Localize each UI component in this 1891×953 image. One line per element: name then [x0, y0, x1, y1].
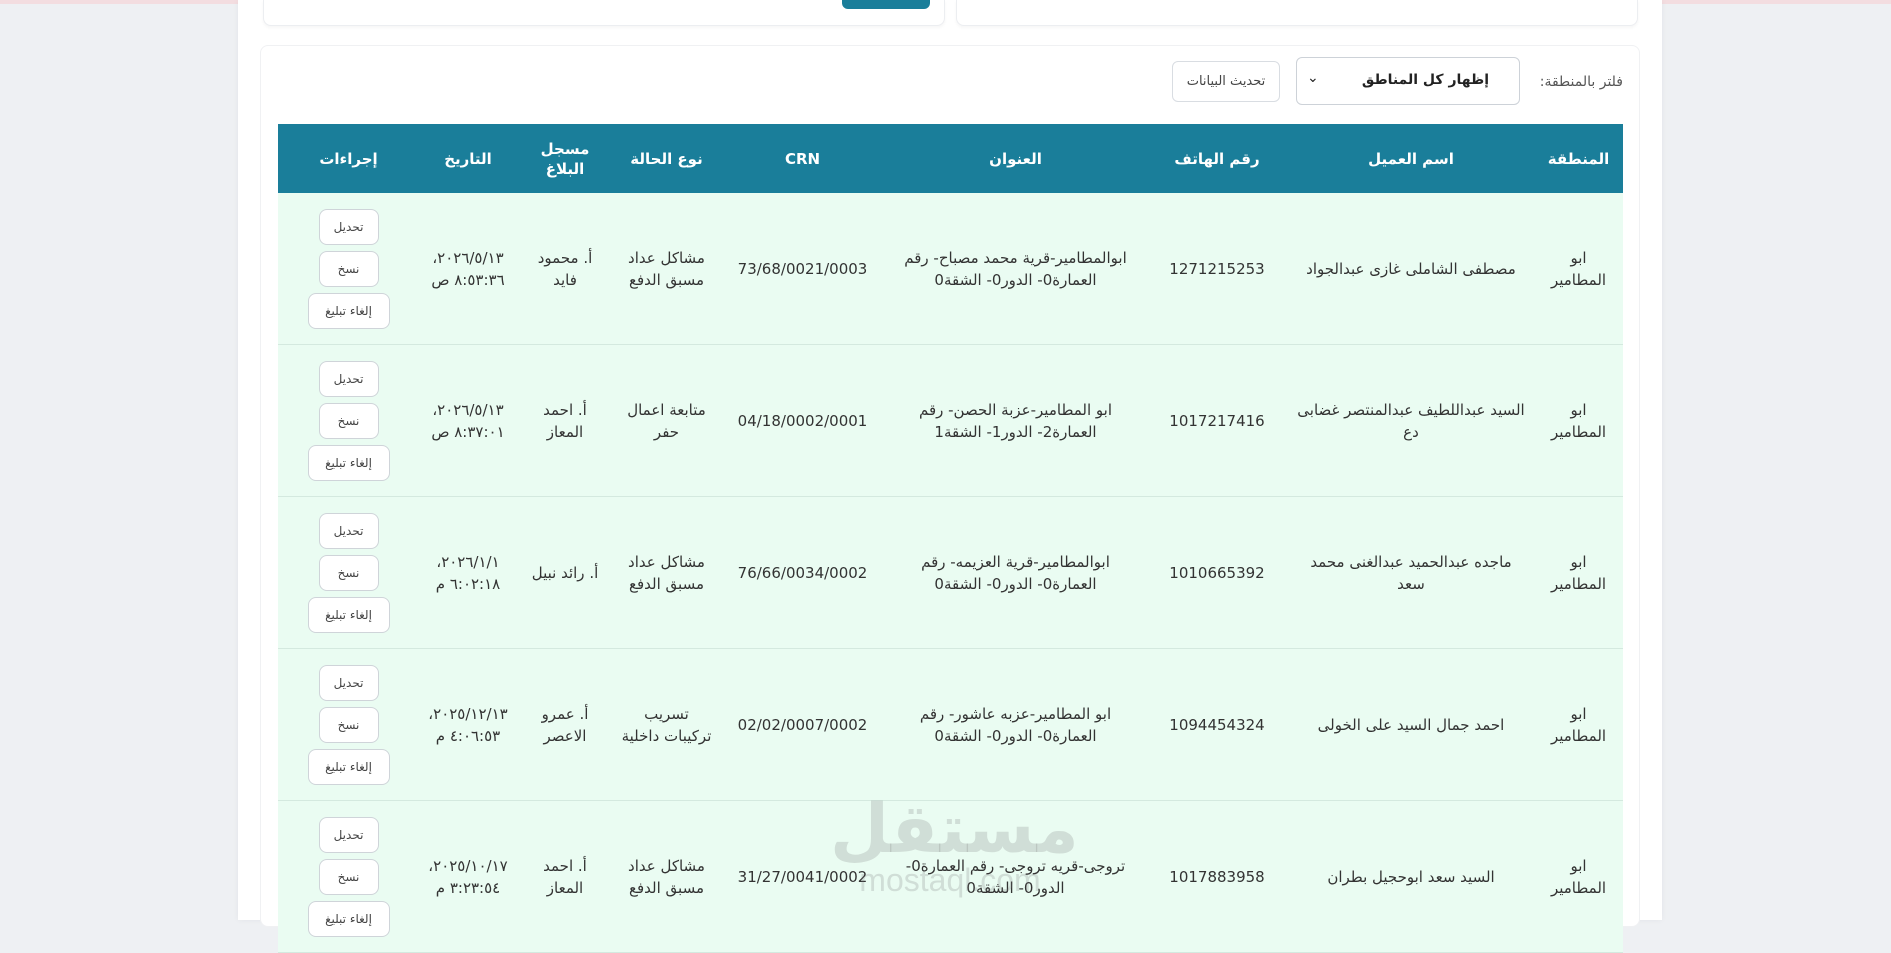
- cell-reporter: أ. عمرو الاعصر: [517, 648, 613, 801]
- cell-crn: 73/68/0021/0003: [720, 193, 885, 345]
- chevron-down-icon: ⌄: [1307, 70, 1319, 86]
- header-reporter: مسجل البلاغ: [517, 124, 613, 193]
- cell-phone: 1010665392: [1146, 496, 1288, 649]
- cell-phone: 1094454324: [1146, 648, 1288, 801]
- table-row: ابو المطامير السيد سعد ابوحجيل بطران 101…: [278, 800, 1623, 953]
- cell-address: ابوالمطامير-قرية محمد مصباح- رقم العمارة…: [885, 193, 1146, 345]
- cell-address: ابوالمطامير-قرية العزيمه- رقم العمارة0- …: [885, 496, 1146, 649]
- transfer-button[interactable]: تحديل: [318, 208, 379, 245]
- cell-client-name: السيد سعد ابوحجيل بطران: [1288, 800, 1534, 953]
- cell-client-name: السيد عبداللطيف عبدالمنتصر غضابى دع: [1288, 344, 1534, 497]
- cell-phone: 1017217416: [1146, 344, 1288, 497]
- cell-case-type: مشاكل عداد مسبق الدفع: [613, 496, 720, 649]
- cell-address: تروجى-قريه تروجى- رقم العمارة0- الدور0- …: [885, 800, 1146, 953]
- cell-address: ابو المطامير-عزبة الحصن- رقم العمارة2- ا…: [885, 344, 1146, 497]
- cell-case-type: مشاكل عداد مسبق الدفع: [613, 193, 720, 345]
- cell-case-type: متابعة اعمال حفر: [613, 344, 720, 497]
- table-row: ابو المطامير ماجده عبدالحميد عبدالغنى مح…: [278, 496, 1623, 649]
- filter-toolbar: فلتر بالمنطقة:: [0, 58, 1891, 108]
- cell-client-name: ماجده عبدالحميد عبدالغنى محمد سعد: [1288, 496, 1534, 649]
- table-row: ابو المطامير مصطفى الشاملى غازى عبدالجوا…: [278, 193, 1623, 345]
- header-phone: رقم الهاتف: [1146, 124, 1288, 193]
- refresh-data-button[interactable]: تحديث البيانات: [1172, 61, 1280, 102]
- header-client-name: اسم العميل: [1288, 124, 1534, 193]
- cell-client-name: احمد جمال السيد على الخولى: [1288, 648, 1534, 801]
- cell-actions: تحديل نسخ إلغاء تبليغ: [278, 800, 419, 953]
- cell-region: ابو المطامير: [1534, 496, 1623, 649]
- region-filter-select[interactable]: إظهار كل المناطق ⌄: [1296, 57, 1520, 105]
- header-case-type: نوع الحالة: [613, 124, 720, 193]
- header-region: المنطقة: [1534, 124, 1623, 193]
- cell-case-type: مشاكل عداد مسبق الدفع: [613, 800, 720, 953]
- cell-crn: 04/18/0002/0001: [720, 344, 885, 497]
- cell-crn: 02/02/0007/0002: [720, 648, 885, 801]
- cell-case-type: تسريب تركيبات داخلية: [613, 648, 720, 801]
- cell-region: ابو المطامير: [1534, 800, 1623, 953]
- cell-region: ابو المطامير: [1534, 648, 1623, 801]
- cell-date: ٢٠٢٦/١/١، ٦:٠٢:١٨ م: [419, 496, 517, 649]
- copy-button[interactable]: نسخ: [318, 554, 379, 591]
- reports-table: المنطقة اسم العميل رقم الهاتف العنوان CR…: [278, 124, 1623, 953]
- transfer-button[interactable]: تحديل: [318, 664, 379, 701]
- cancel-report-button[interactable]: إلغاء تبليغ: [307, 748, 390, 785]
- header-date: التاريخ: [419, 124, 517, 193]
- top-card-left: [263, 0, 945, 26]
- cancel-report-button[interactable]: إلغاء تبليغ: [307, 596, 390, 633]
- cell-actions: تحديل نسخ إلغاء تبليغ: [278, 648, 419, 801]
- cell-date: ٢٠٢٦/٥/١٣، ٨:٥٣:٣٦ ص: [419, 193, 517, 345]
- cell-crn: 76/66/0034/0002: [720, 496, 885, 649]
- filter-label: فلتر بالمنطقة:: [1539, 74, 1623, 90]
- cell-actions: تحديل نسخ إلغاء تبليغ: [278, 193, 419, 345]
- top-card-right: [956, 0, 1638, 26]
- transfer-button[interactable]: تحديل: [318, 512, 379, 549]
- cancel-report-button[interactable]: إلغاء تبليغ: [307, 900, 390, 937]
- cell-reporter: أ. احمد المعاز: [517, 800, 613, 953]
- region-filter-value: إظهار كل المناطق: [1361, 72, 1489, 88]
- cancel-report-button[interactable]: إلغاء تبليغ: [307, 292, 390, 329]
- cell-phone: 1271215253: [1146, 193, 1288, 345]
- header-address: العنوان: [885, 124, 1146, 193]
- cell-reporter: أ. رائد نبيل: [517, 496, 613, 649]
- cell-actions: تحديل نسخ إلغاء تبليغ: [278, 344, 419, 497]
- cell-address: ابو المطامير-عزبه عاشور- رقم العمارة0- ا…: [885, 648, 1146, 801]
- cell-crn: 31/27/0041/0002: [720, 800, 885, 953]
- table-row: ابو المطامير احمد جمال السيد على الخولى …: [278, 648, 1623, 801]
- transfer-button[interactable]: تحديل: [318, 360, 379, 397]
- cell-reporter: أ. احمد المعاز: [517, 344, 613, 497]
- cancel-report-button[interactable]: إلغاء تبليغ: [307, 444, 390, 481]
- transfer-button[interactable]: تحديل: [318, 816, 379, 853]
- cell-region: ابو المطامير: [1534, 344, 1623, 497]
- cell-date: ٢٠٢٦/٥/١٣، ٨:٣٧:٠١ ص: [419, 344, 517, 497]
- table-row: ابو المطامير السيد عبداللطيف عبدالمنتصر …: [278, 344, 1623, 497]
- copy-button[interactable]: نسخ: [318, 706, 379, 743]
- cell-phone: 1017883958: [1146, 800, 1288, 953]
- cell-date: ٢٠٢٥/١٠/١٧، ٣:٢٣:٥٤ م: [419, 800, 517, 953]
- cell-region: ابو المطامير: [1534, 193, 1623, 345]
- cell-date: ٢٠٢٥/١٢/١٣، ٤:٠٦:٥٣ م: [419, 648, 517, 801]
- cell-actions: تحديل نسخ إلغاء تبليغ: [278, 496, 419, 649]
- header-crn: CRN: [720, 124, 885, 193]
- copy-button[interactable]: نسخ: [318, 402, 379, 439]
- copy-button[interactable]: نسخ: [318, 858, 379, 895]
- top-submit-button[interactable]: [842, 0, 930, 9]
- cell-reporter: أ. محمود فايد: [517, 193, 613, 345]
- copy-button[interactable]: نسخ: [318, 250, 379, 287]
- cell-client-name: مصطفى الشاملى غازى عبدالجواد: [1288, 193, 1534, 345]
- table-header-row: المنطقة اسم العميل رقم الهاتف العنوان CR…: [278, 124, 1623, 193]
- header-actions: إجراءات: [278, 124, 419, 193]
